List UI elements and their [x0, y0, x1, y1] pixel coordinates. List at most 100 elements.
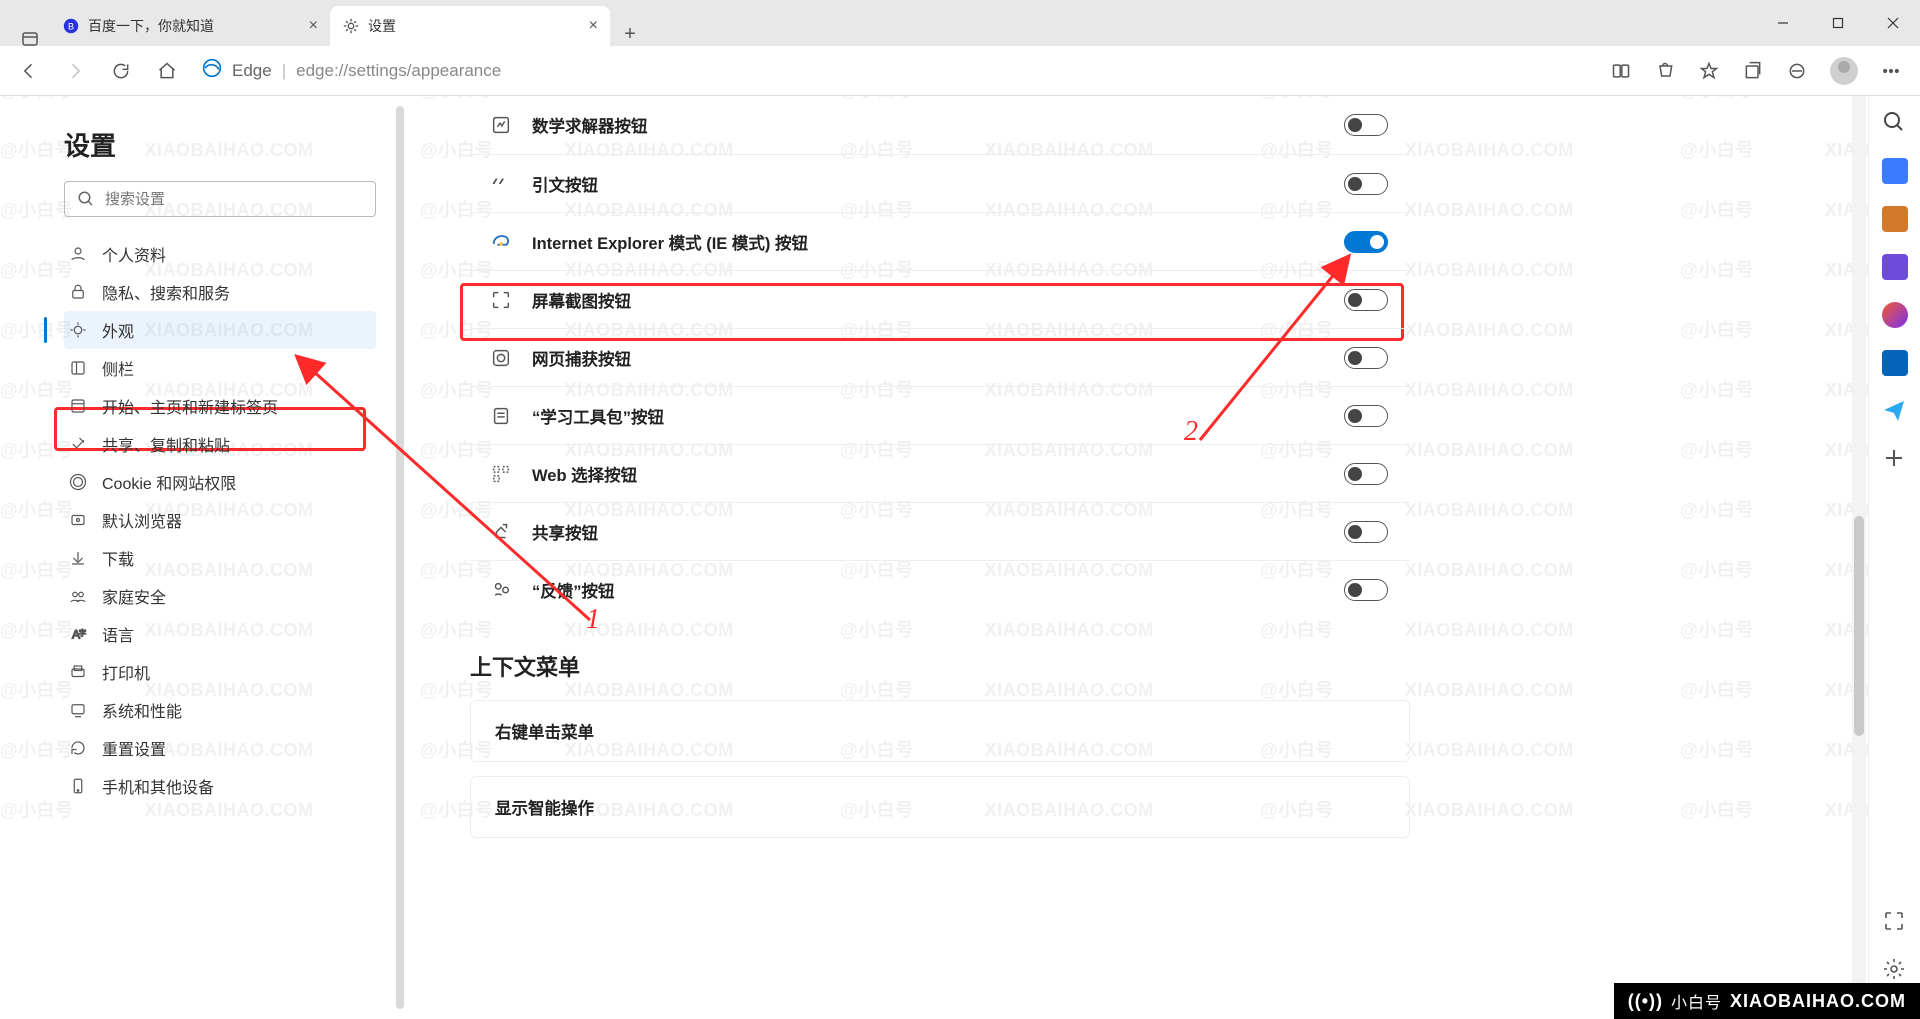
- setting-label: Internet Explorer 模式 (IE 模式) 按钮: [532, 230, 808, 254]
- sidebar-item-12[interactable]: 系统和性能: [64, 691, 376, 729]
- sidebar-item-9[interactable]: 家庭安全: [64, 577, 376, 615]
- sidebar-games-icon[interactable]: [1882, 254, 1908, 280]
- address-bar[interactable]: Edge | edge://settings/appearance: [192, 58, 1596, 83]
- setting-label: 引文按钮: [532, 172, 598, 196]
- nav-icon: [68, 472, 88, 492]
- nav-icon: [68, 662, 88, 682]
- toggle-switch[interactable]: [1344, 114, 1388, 136]
- sidebar-briefcase-icon[interactable]: [1882, 206, 1908, 232]
- settings-row-8: “反馈”按钮: [470, 560, 1410, 618]
- tab-baidu[interactable]: B 百度一下，你就知道 ×: [50, 6, 330, 46]
- setting-label: 网页捕获按钮: [532, 346, 631, 370]
- back-button[interactable]: [8, 51, 50, 91]
- split-screen-icon[interactable]: [1600, 51, 1642, 91]
- nav-icon: [68, 548, 88, 568]
- sidebar-item-10[interactable]: A字语言: [64, 615, 376, 653]
- sidebar-item-3[interactable]: 侧栏: [64, 349, 376, 387]
- refresh-button[interactable]: [100, 51, 142, 91]
- collections-icon[interactable]: [1732, 51, 1774, 91]
- nav-icon: [68, 396, 88, 416]
- sidebar-item-6[interactable]: Cookie 和网站权限: [64, 463, 376, 501]
- setting-icon: [488, 519, 514, 545]
- nav-icon: [68, 434, 88, 454]
- sidebar-item-13[interactable]: 重置设置: [64, 729, 376, 767]
- smart-actions-row[interactable]: 显示智能操作: [470, 776, 1410, 838]
- sidebar-outlook-icon[interactable]: [1882, 350, 1908, 376]
- nav-icon: [68, 700, 88, 720]
- watermark-badge: ((•)) 小白号 XIAOBAIHAO.COM: [1614, 983, 1920, 1019]
- url-text: edge://settings/appearance: [296, 61, 501, 81]
- favorites-icon[interactable]: [1688, 51, 1730, 91]
- sidebar-item-label: 隐私、搜索和服务: [102, 280, 230, 304]
- shopping-icon[interactable]: [1644, 51, 1686, 91]
- profile-avatar[interactable]: [1830, 57, 1858, 85]
- edge-logo-icon: [202, 58, 222, 83]
- toggle-switch[interactable]: [1344, 231, 1388, 253]
- toggle-switch[interactable]: [1344, 173, 1388, 195]
- sidebar-item-0[interactable]: 个人资料: [64, 235, 376, 273]
- toggle-switch[interactable]: [1344, 289, 1388, 311]
- sidebar-item-label: 共享、复制和粘贴: [102, 432, 230, 456]
- new-tab-button[interactable]: +: [610, 23, 650, 46]
- setting-icon: [488, 287, 514, 313]
- setting-icon: [488, 345, 514, 371]
- toggle-switch[interactable]: [1344, 521, 1388, 543]
- search-icon: [77, 190, 95, 208]
- sidebar-item-5[interactable]: 共享、复制和粘贴: [64, 425, 376, 463]
- nav-icon: [68, 586, 88, 606]
- sidebar-item-label: 家庭安全: [102, 584, 166, 608]
- sidebar-office-icon[interactable]: [1882, 302, 1908, 328]
- sidebar-screenshot-icon[interactable]: [1882, 909, 1908, 935]
- sidebar-settings-icon[interactable]: [1882, 957, 1908, 983]
- sidebar-item-2[interactable]: 外观: [64, 311, 376, 349]
- maximize-button[interactable]: [1810, 0, 1865, 46]
- home-button[interactable]: [146, 51, 188, 91]
- close-icon[interactable]: ×: [589, 17, 598, 35]
- context-menu-row[interactable]: 右键单击菜单: [470, 700, 1410, 762]
- sidebar-item-7[interactable]: 默认浏览器: [64, 501, 376, 539]
- setting-label: Web 选择按钮: [532, 462, 637, 486]
- page-scrollbar[interactable]: [1852, 96, 1866, 1019]
- scrollbar-thumb[interactable]: [1854, 516, 1864, 736]
- settings-main: 数学求解器按钮引文按钮 Internet Explorer 模式 (IE 模式) …: [400, 96, 1920, 1019]
- nav-icon: [68, 358, 88, 378]
- settings-search-input[interactable]: [105, 191, 363, 208]
- sidebar-send-icon[interactable]: [1882, 398, 1908, 424]
- sidebar-add-icon[interactable]: [1882, 446, 1908, 472]
- sidebar-item-1[interactable]: 隐私、搜索和服务: [64, 273, 376, 311]
- toggle-switch[interactable]: [1344, 405, 1388, 427]
- wifi-icon: ((•)): [1628, 991, 1663, 1012]
- sidebar-item-label: 开始、主页和新建标签页: [102, 394, 278, 418]
- toggle-switch[interactable]: [1344, 347, 1388, 369]
- setting-label: 数学求解器按钮: [532, 113, 648, 137]
- baidu-favicon-icon: B: [62, 17, 80, 35]
- setting-icon: [488, 403, 514, 429]
- close-window-button[interactable]: [1865, 0, 1920, 46]
- more-menu-icon[interactable]: [1870, 51, 1912, 91]
- nav-icon: [68, 320, 88, 340]
- edge-sidebar: [1868, 96, 1920, 1019]
- close-icon[interactable]: ×: [309, 17, 318, 35]
- minimize-button[interactable]: [1755, 0, 1810, 46]
- tab-settings[interactable]: 设置 ×: [330, 6, 610, 46]
- ie-mode-icon[interactable]: [1776, 51, 1818, 91]
- tab-actions-icon[interactable]: [10, 32, 50, 46]
- sidebar-item-8[interactable]: 下载: [64, 539, 376, 577]
- setting-label: “反馈”按钮: [532, 578, 615, 602]
- toolbar: Edge | edge://settings/appearance: [0, 46, 1920, 96]
- setting-icon: [488, 461, 514, 487]
- nav-icon: [68, 738, 88, 758]
- sidebar-item-11[interactable]: 打印机: [64, 653, 376, 691]
- sidebar-item-label: 系统和性能: [102, 698, 182, 722]
- sidebar-item-4[interactable]: 开始、主页和新建标签页: [64, 387, 376, 425]
- sidebar-item-label: 下载: [102, 546, 134, 570]
- sidebar-tag-icon[interactable]: [1882, 158, 1908, 184]
- sidebar-item-14[interactable]: 手机和其他设备: [64, 767, 376, 805]
- titlebar: B 百度一下，你就知道 × 设置 × +: [0, 0, 1920, 46]
- toggle-switch[interactable]: [1344, 463, 1388, 485]
- sidebar-search-icon[interactable]: [1882, 110, 1908, 136]
- setting-label: 屏幕截图按钮: [532, 288, 631, 312]
- toggle-switch[interactable]: [1344, 579, 1388, 601]
- sidebar-item-label: Cookie 和网站权限: [102, 470, 236, 494]
- settings-search[interactable]: [64, 181, 376, 217]
